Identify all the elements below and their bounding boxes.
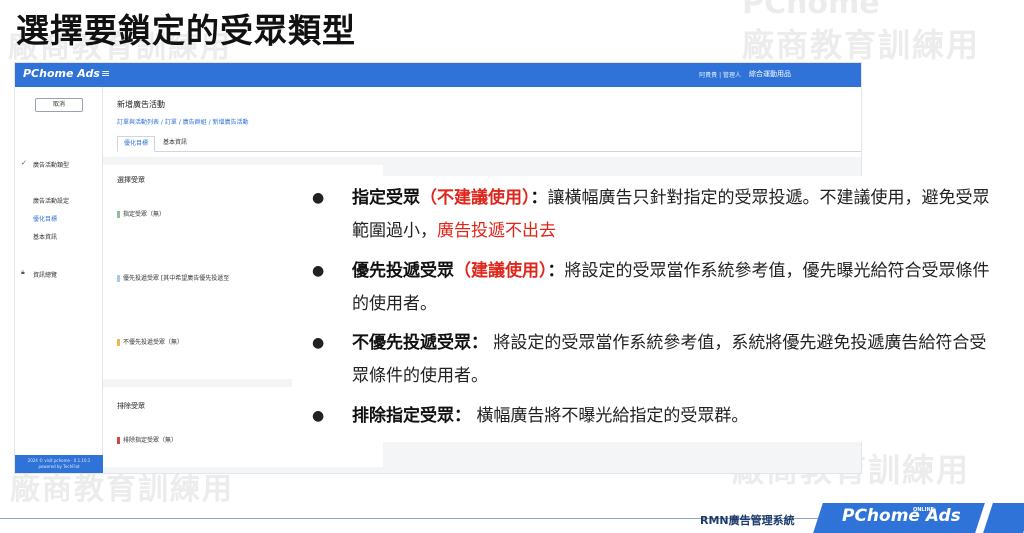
page-heading: 新增廣告活動	[117, 100, 165, 109]
color-swatch	[117, 437, 120, 444]
cancel-button[interactable]: 取消	[35, 98, 83, 112]
bullet-dot: ●	[312, 190, 325, 206]
color-swatch	[117, 275, 120, 282]
bullet-dot: ●	[312, 263, 325, 279]
sidebar-item-ad-settings[interactable]: 廣告活動設定	[33, 196, 69, 205]
bullet-text: 指定受眾（不建議使用）：讓橫幅廣告只針對指定的受眾投遞。不建議使用，避免受眾範圍…	[352, 182, 1002, 248]
bullet-dot: ●	[312, 408, 325, 424]
breadcrumb[interactable]: 訂單與活動列表 / 訂單 / 廣告群組 / 新增廣告活動	[117, 117, 249, 126]
audience-row-specified[interactable]: 指定受眾（無）	[117, 209, 165, 218]
sidebar-footer-line2: powered by TechFlat	[38, 464, 80, 469]
audience-row-non-priority[interactable]: 不優先投遞受眾（無）	[117, 337, 183, 346]
sidebar-footer: 2024 © visit pchome · 0.1.10.1 powered b…	[15, 455, 103, 473]
bullet-keyword: 排除指定受眾	[352, 406, 454, 426]
bullet-keyword: 指定受眾	[352, 188, 420, 208]
footer-logo-stripe	[983, 503, 1024, 533]
tab-basic-info[interactable]: 基本資訊	[157, 136, 193, 152]
app-logo[interactable]: PChome Ads	[23, 67, 100, 80]
color-swatch	[117, 339, 120, 346]
bullet-note: （建議使用）	[454, 261, 548, 281]
tab-divider	[117, 151, 861, 152]
content-header: 新增廣告活動 訂單與活動列表 / 訂單 / 廣告群組 / 新增廣告活動 優化目標…	[103, 87, 861, 157]
watermark-top-right: 廠商教育訓練用	[742, 26, 981, 64]
user-info[interactable]: 阿貴貴 | 管理人	[699, 70, 741, 79]
lock-icon: 🔒︎	[21, 268, 25, 276]
bullet-excluded-audience: ● 排除指定受眾： 橫幅廣告將不曝光給指定的受眾群。	[312, 400, 998, 433]
bullet-keyword: 不優先投遞受眾	[352, 333, 471, 353]
sidebar-item-basic-info[interactable]: 基本資訊	[33, 232, 57, 241]
checkmark-icon: ✓	[21, 159, 27, 167]
bullet-non-priority-audience: ● 不優先投遞受眾： 將設定的受眾當作系統參考值，系統將優先避免投遞廣告給符合受…	[312, 327, 998, 393]
bullet-specified-audience: ● 指定受眾（不建議使用）：讓橫幅廣告只針對指定的受眾投遞。不建議使用，避免受眾…	[312, 182, 998, 248]
bullet-colon: ：	[454, 406, 471, 426]
bullet-colon: ：	[530, 188, 548, 208]
store-name[interactable]: 綜合運動用品	[749, 69, 791, 79]
sidebar-item-overview[interactable]: 資訊總覽	[33, 270, 57, 279]
audience-label: 排除指定受眾（無）	[123, 437, 178, 444]
audience-label: 不優先投遞受眾（無）	[123, 339, 184, 346]
bullet-text: 優先投遞受眾（建議使用）：將設定的受眾當作系統參考值，優先曝光給符合受眾條件的使…	[352, 255, 1002, 321]
audience-row-priority[interactable]: 優先投遞受眾 [其中希望廣告優先投遞至	[117, 273, 229, 282]
exclude-audience-title: 排除受眾	[117, 402, 145, 410]
bullet-text: 排除指定受眾： 橫幅廣告將不曝光給指定的受眾群。	[352, 400, 1002, 433]
sidebar-item-optimization[interactable]: 優化目標	[33, 214, 57, 223]
app-topbar: PChome Ads ≡ 阿貴貴 | 管理人 綜合運動用品	[15, 63, 861, 87]
audience-label: 指定受眾（無）	[123, 211, 166, 218]
color-swatch	[117, 211, 120, 218]
bullet-body: 橫幅廣告將不曝光給指定的受眾群。	[476, 406, 749, 426]
bullet-warning: 廣告投遞不出去	[437, 221, 556, 241]
footer-logo: PChome Ads	[842, 506, 961, 526]
bullet-priority-audience: ● 優先投遞受眾（建議使用）：將設定的受眾當作系統參考值，優先曝光給符合受眾條件…	[312, 255, 998, 321]
slide-title: 選擇要鎖定的受眾類型	[16, 11, 356, 50]
bullet-dot: ●	[312, 335, 325, 351]
watermark-brand-top-right: PChome	[742, 0, 880, 21]
sidebar-item-ad-type[interactable]: 廣告活動類型	[33, 160, 69, 169]
app-sidebar: 取消 ✓ 廣告活動類型 廣告活動設定 優化目標 基本資訊 🔒︎ 資訊總覽 202…	[15, 87, 103, 473]
hamburger-icon[interactable]: ≡	[101, 67, 110, 80]
bullet-colon: ：	[471, 333, 488, 353]
bullet-keyword: 優先投遞受眾	[352, 261, 454, 281]
select-audience-title: 選擇受眾	[117, 176, 145, 184]
audience-row-excluded[interactable]: 排除指定受眾（無）	[117, 435, 177, 444]
bullet-text: 不優先投遞受眾： 將設定的受眾當作系統參考值，系統將優先避免投遞廣告給符合受眾條…	[352, 327, 1002, 393]
audience-explanation-box: ● 指定受眾（不建議使用）：讓橫幅廣告只針對指定的受眾投遞。不建議使用，避免受眾…	[292, 176, 1012, 442]
audience-label: 優先投遞受眾 [其中希望廣告優先投遞至	[123, 275, 230, 282]
tab-optimization[interactable]: 優化目標	[117, 136, 156, 152]
footer-system-name: RMN廣告管理系統	[700, 514, 795, 527]
bullet-note: （不建議使用）	[420, 188, 531, 208]
footer-logo-superscript: ONLINE	[913, 507, 935, 513]
bullet-colon: ：	[547, 261, 565, 281]
